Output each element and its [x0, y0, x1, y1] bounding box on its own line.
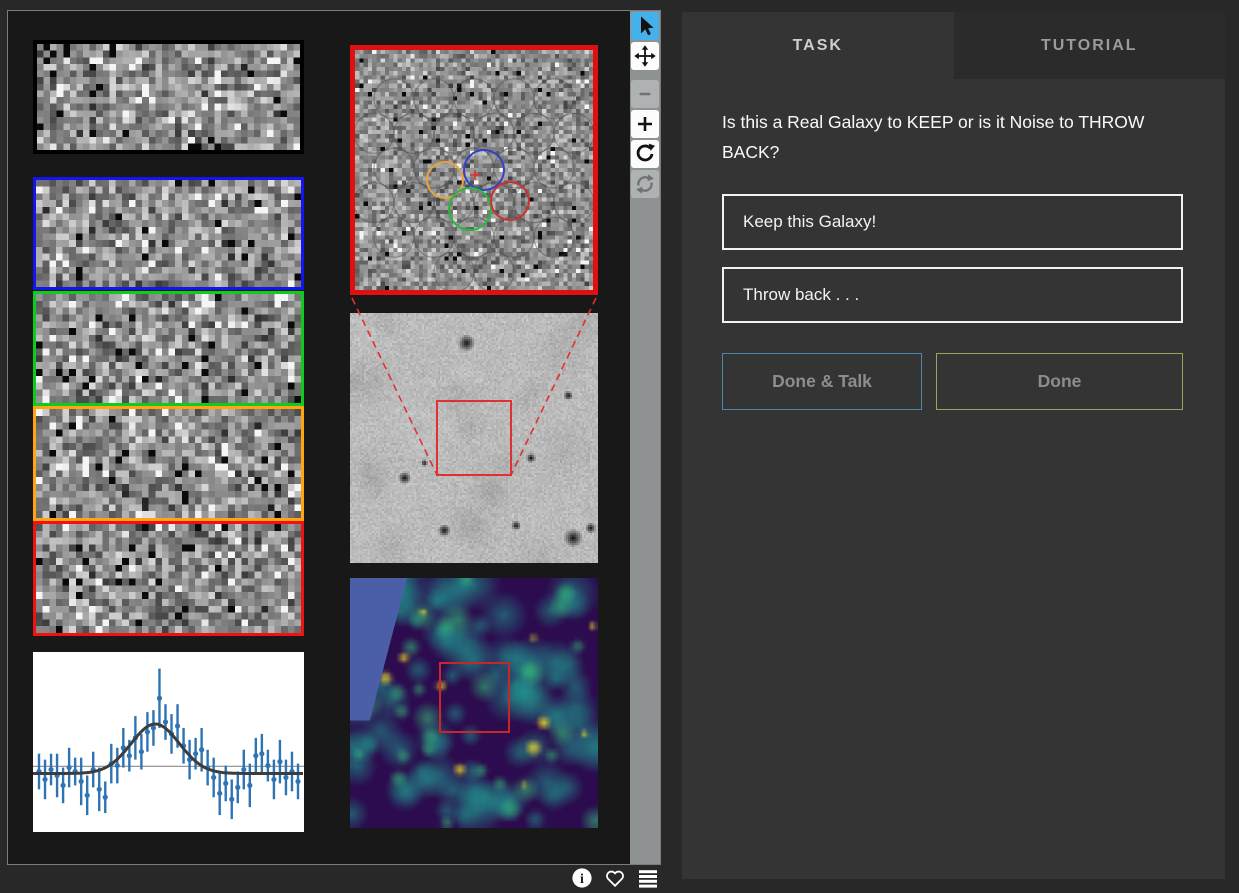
noise-image: [36, 524, 301, 633]
task-panel: TASK TUTORIAL Is this a Real Galaxy to K…: [682, 12, 1225, 879]
zoomed-galaxy-cutout[interactable]: [350, 45, 598, 295]
metadata-info-button[interactable]: i: [570, 866, 594, 890]
noise-image: [36, 180, 301, 287]
move-icon: [632, 43, 658, 69]
subject-footer-icons: i: [560, 865, 660, 891]
rotate-button[interactable]: [631, 140, 659, 168]
answer-throwback-button[interactable]: Throw back . . .: [722, 267, 1183, 323]
tab-task[interactable]: TASK: [682, 12, 954, 79]
heatmap-image[interactable]: [350, 578, 598, 828]
viridis-heatmap: [350, 578, 598, 828]
heart-icon: [603, 866, 627, 890]
svg-text:i: i: [580, 872, 584, 887]
action-buttons: Done & Talk Done: [722, 353, 1183, 410]
noise-image: [355, 50, 593, 290]
answer-keep-button[interactable]: Keep this Galaxy!: [722, 194, 1183, 250]
collections-button[interactable]: [636, 866, 660, 890]
zoom-out-button[interactable]: [631, 80, 659, 108]
sky-noise-image: [350, 313, 598, 563]
zoom-in-button[interactable]: [631, 110, 659, 138]
refresh-icon: [632, 171, 658, 197]
minus-icon: [632, 81, 658, 107]
sky-context-image[interactable]: [350, 313, 598, 563]
plus-icon: [632, 111, 658, 137]
favorite-button[interactable]: [603, 866, 627, 890]
move-tool-button[interactable]: [631, 42, 659, 70]
pointer-tool-button[interactable]: [631, 12, 659, 40]
rotate-icon: [632, 141, 658, 167]
tab-tutorial[interactable]: TUTORIAL: [954, 12, 1226, 79]
spectrum-cutout-plain[interactable]: [33, 40, 304, 154]
gaussian-fit-chart: [33, 652, 304, 832]
spectrum-cutout-green[interactable]: [33, 291, 304, 406]
page: { "viewer": { "strips": [ {"name": "cuto…: [0, 0, 1239, 891]
reset-button[interactable]: [631, 170, 659, 198]
spectrum-cutout-blue[interactable]: [33, 177, 304, 290]
list-icon: [636, 866, 660, 890]
subject-viewer[interactable]: [7, 10, 661, 865]
cursor-icon: [632, 13, 658, 39]
task-content: Is this a Real Galaxy to KEEP or is it N…: [682, 79, 1225, 410]
subject-image-area[interactable]: [8, 11, 631, 864]
done-button[interactable]: Done: [936, 353, 1183, 410]
spectrum-cutout-orange[interactable]: [33, 406, 304, 521]
noise-image: [36, 294, 301, 403]
task-question: Is this a Real Galaxy to KEEP or is it N…: [722, 107, 1154, 167]
flux-profile-plot: [33, 652, 304, 832]
spectrum-cutout-red[interactable]: [33, 521, 304, 636]
noise-image: [36, 409, 301, 518]
done-and-talk-button[interactable]: Done & Talk: [722, 353, 922, 410]
noise-image: [37, 44, 300, 150]
info-icon: i: [570, 866, 594, 890]
viewer-toolbar: [630, 11, 660, 864]
task-tabs: TASK TUTORIAL: [682, 12, 1225, 79]
